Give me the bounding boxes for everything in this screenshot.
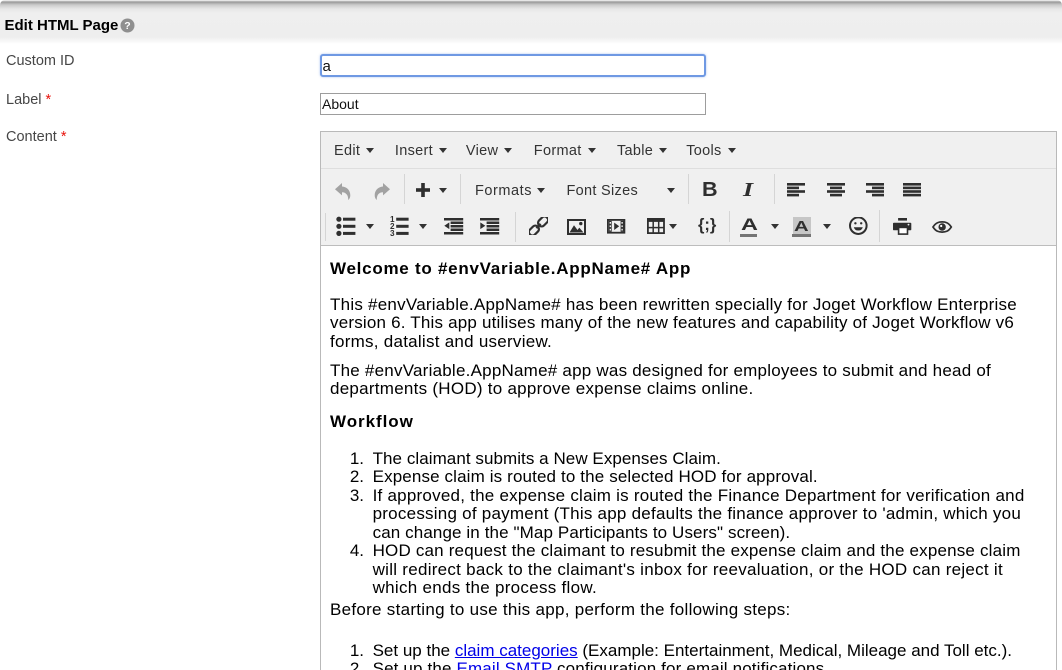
svg-text:?: ? [124,20,130,32]
svg-text:3: 3 [390,229,395,236]
